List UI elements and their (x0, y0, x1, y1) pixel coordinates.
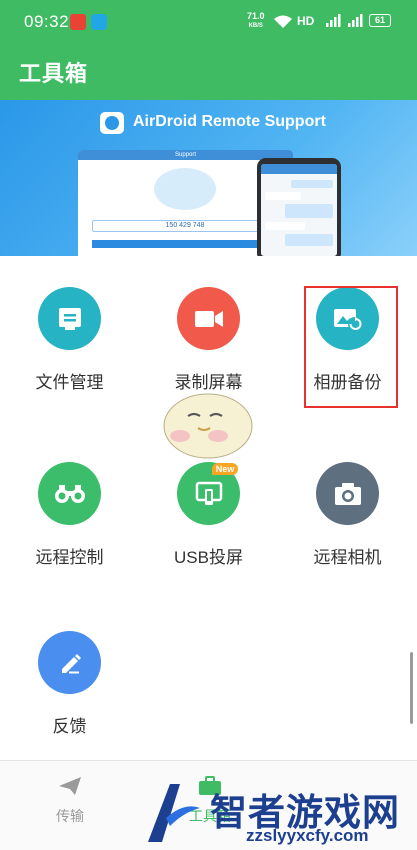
tool-label: USB投屏 (174, 548, 243, 567)
signal-icon (348, 14, 363, 27)
tool-feedback[interactable]: 反馈 (0, 631, 139, 737)
tool-remote-control[interactable]: 远程控制 (0, 462, 139, 568)
notification-app-icon (70, 14, 86, 30)
phone-screen (261, 164, 337, 256)
network-speed: 71.0 KB/S (247, 11, 265, 31)
tool-remote-camera[interactable]: 远程相机 (278, 462, 417, 568)
chat-bubble (285, 204, 333, 218)
watermark-site: zzslyyxcfy.com (246, 826, 369, 845)
tool-usb-cast[interactable]: USB投屏 (139, 462, 278, 568)
status-bar: 09:32 71.0 KB/S HD 61 (0, 0, 417, 42)
send-icon (59, 777, 81, 795)
tool-label: 远程相机 (313, 548, 382, 567)
tool-label: 文件管理 (35, 373, 104, 392)
remote-control-icon (38, 462, 101, 525)
wifi-icon (274, 15, 292, 28)
laptop-connect-bar (92, 240, 278, 248)
status-time: 09:32 (24, 12, 70, 31)
battery-icon: 61 (369, 14, 391, 27)
airdroid-logo-icon (100, 112, 124, 134)
laptop-code-field: 150 429 748 (92, 220, 278, 232)
tool-label: 远程控制 (35, 548, 104, 567)
mascot-watermark-icon (163, 393, 253, 459)
site-watermark: 智者游戏网 zzslyyxcfy.com (140, 778, 417, 850)
scrollbar[interactable] (410, 652, 413, 724)
tool-record-screen[interactable]: 录制屏幕 (139, 287, 278, 393)
signal-icon (326, 14, 341, 27)
tab-transfer[interactable]: 传输 (30, 775, 110, 826)
chat-bubble (265, 222, 305, 230)
banner-title: AirDroid Remote Support (133, 113, 326, 130)
file-manager-icon (38, 287, 101, 350)
remote-camera-icon (316, 462, 379, 525)
chat-bubble (291, 180, 333, 188)
tool-file-manager[interactable]: 文件管理 (0, 287, 139, 393)
chat-bubble (285, 234, 333, 246)
banner-phone-illustration (257, 158, 341, 256)
phone-header-bar (261, 164, 337, 174)
network-speed-value: 71.0 (247, 11, 265, 21)
tab-transfer-label: 传输 (56, 808, 84, 824)
tool-label: 反馈 (52, 717, 87, 736)
hd-indicator: HD (297, 14, 315, 28)
promo-banner[interactable]: AirDroid Remote Support Support 150 429 … (0, 100, 417, 256)
watermark-logo-icon (148, 784, 200, 842)
highlight-box (304, 286, 398, 408)
record-screen-icon (177, 287, 240, 350)
feedback-icon (38, 631, 101, 694)
notification-chat-icon (91, 14, 107, 30)
app-bar: 工具箱 (0, 42, 417, 100)
chat-bubble (265, 192, 301, 200)
network-speed-unit: KB/S (248, 23, 263, 29)
page-title: 工具箱 (19, 61, 89, 86)
support-person-illustration (154, 168, 216, 210)
